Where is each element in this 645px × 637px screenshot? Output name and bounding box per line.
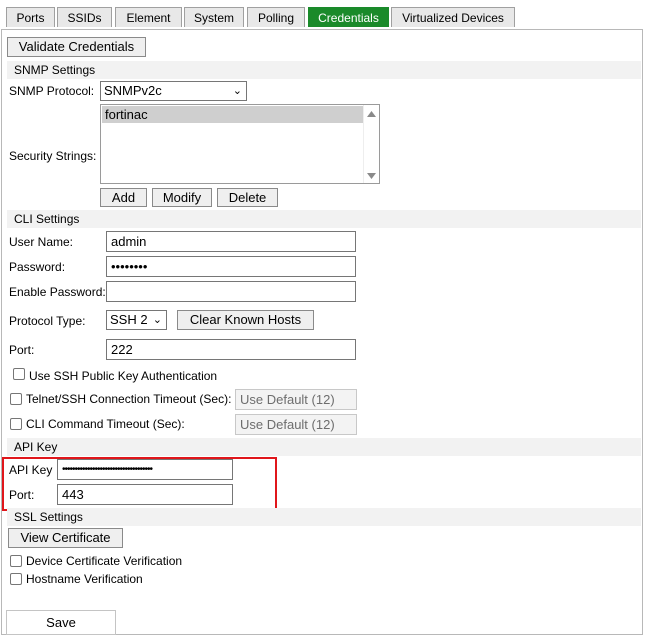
delete-button[interactable]: Delete [217,188,278,207]
chevron-down-icon: ⌄ [232,85,242,97]
ssl-section-header: SSL Settings [7,508,641,526]
telnet-timeout-field[interactable]: Use Default (12) [235,389,357,410]
view-certificate-button[interactable]: View Certificate [8,528,123,548]
tab-ssids[interactable]: SSIDs [57,7,112,27]
device-cert-checkbox[interactable] [10,555,22,567]
clear-known-hosts-button[interactable]: Clear Known Hosts [177,310,314,330]
ssh-key-label: Use SSH Public Key Authentication [29,369,218,383]
list-item[interactable]: fortinac [102,106,365,123]
tab-bar: Ports SSIDs Element System Polling Crede… [0,0,645,30]
snmp-protocol-select[interactable]: SNMPv2c ⌄ [100,81,247,101]
username-label: User Name: [9,235,74,249]
tab-virtualized-devices[interactable]: Virtualized Devices [391,7,515,27]
tab-system[interactable]: System [184,7,244,27]
username-field[interactable]: admin [106,231,356,252]
enable-password-field[interactable] [106,281,356,302]
cli-port-field[interactable]: 222 [106,339,356,360]
cli-section-header: CLI Settings [7,210,641,228]
protocol-type-label: Protocol Type: [9,314,86,328]
modify-button[interactable]: Modify [152,188,212,207]
telnet-timeout-label: Telnet/SSH Connection Timeout (Sec): [26,392,232,406]
snmp-protocol-value: SNMPv2c [104,83,162,98]
api-key-section-header: API Key [7,438,641,456]
validate-credentials-button[interactable]: Validate Credentials [7,37,146,57]
password-field[interactable]: •••••••• [106,256,356,277]
list-scrollbar[interactable] [363,105,379,183]
api-key-highlight [2,457,277,511]
add-button[interactable]: Add [100,188,147,207]
device-cert-label: Device Certificate Verification [26,554,183,568]
chevron-down-icon: ⌄ [152,314,162,326]
cli-timeout-checkbox[interactable] [10,418,22,430]
tab-credentials[interactable]: Credentials [308,7,389,27]
protocol-type-value: SSH 2 [110,312,148,327]
ssh-key-checkbox[interactable] [13,368,25,380]
telnet-timeout-checkbox[interactable] [10,393,22,405]
tab-polling[interactable]: Polling [247,7,305,27]
cli-port-label: Port: [9,343,35,357]
security-strings-label: Security Strings: [9,149,97,163]
tab-ports[interactable]: Ports [6,7,55,27]
snmp-protocol-label: SNMP Protocol: [9,84,95,98]
cli-timeout-field[interactable]: Use Default (12) [235,414,357,435]
hostname-verification-checkbox[interactable] [10,573,22,585]
cli-timeout-label: CLI Command Timeout (Sec): [26,417,185,431]
password-label: Password: [9,260,66,274]
tab-element[interactable]: Element [115,7,182,27]
save-button[interactable]: Save [6,610,116,635]
scroll-arrows-icon [367,111,376,179]
hostname-verification-label: Hostname Verification [26,572,143,586]
security-strings-list[interactable]: fortinac [100,104,380,184]
protocol-type-select[interactable]: SSH 2 ⌄ [106,310,167,330]
enable-password-label: Enable Password: [9,285,106,299]
snmp-section-header: SNMP Settings [7,61,641,79]
